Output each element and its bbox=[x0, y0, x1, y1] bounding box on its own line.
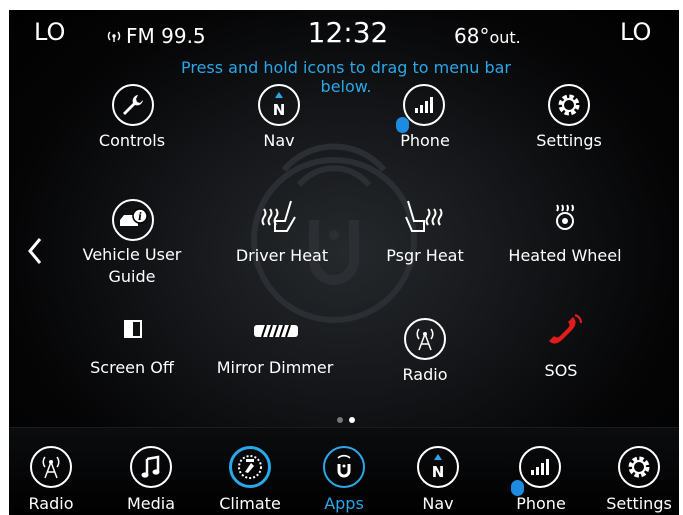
svg-text:i: i bbox=[138, 212, 142, 223]
radio-station[interactable]: FM 99.5 bbox=[126, 24, 206, 48]
apps-u-icon bbox=[323, 446, 365, 488]
compass-icon: N bbox=[417, 446, 459, 488]
vehicle-guide-icon: i bbox=[112, 199, 154, 241]
page-dot-1[interactable] bbox=[337, 417, 343, 423]
climate-icon bbox=[229, 446, 271, 488]
previous-page-chevron-icon[interactable] bbox=[27, 237, 43, 265]
bottom-label: Phone bbox=[516, 494, 566, 513]
app-label-line2: Guide bbox=[108, 267, 156, 286]
page-dot-2-active[interactable] bbox=[349, 417, 355, 423]
app-label: Settings bbox=[536, 131, 602, 150]
outside-temperature: 68°out. bbox=[454, 24, 521, 48]
app-label: SOS bbox=[544, 361, 578, 380]
compass-icon: N bbox=[258, 84, 300, 126]
svg-text:N: N bbox=[432, 463, 445, 481]
app-label: Driver Heat bbox=[235, 246, 329, 265]
app-label: Mirror Dimmer bbox=[216, 358, 334, 377]
svg-text:N: N bbox=[273, 101, 286, 119]
bottom-label: Climate bbox=[219, 494, 281, 513]
phone-signal-icon bbox=[403, 84, 445, 126]
app-label: Vehicle User Guide bbox=[83, 244, 182, 288]
sos-phone-icon bbox=[549, 314, 582, 344]
app-label: Psgr Heat bbox=[386, 246, 464, 265]
heated-wheel-icon bbox=[556, 204, 574, 230]
bottom-label: Nav bbox=[422, 494, 454, 513]
infotainment-screen: LO FM 99.5 12:32 68°out. LO Press and ho… bbox=[9, 10, 679, 515]
phone-signal-icon bbox=[519, 446, 561, 488]
music-note-icon bbox=[130, 446, 172, 488]
app-label-line1: Vehicle User bbox=[82, 245, 182, 264]
bottom-label: Media bbox=[126, 494, 176, 513]
wrench-icon bbox=[112, 84, 154, 126]
screen-off-icon bbox=[124, 320, 142, 338]
clock: 12:32 bbox=[307, 16, 389, 49]
passenger-temp[interactable]: LO bbox=[620, 18, 651, 46]
gear-icon bbox=[618, 446, 660, 488]
bottom-label: Settings bbox=[606, 494, 672, 513]
driver-temp[interactable]: LO bbox=[34, 18, 65, 46]
app-label: Controls bbox=[98, 131, 166, 150]
app-label: Phone bbox=[400, 131, 450, 150]
radio-signal-icon bbox=[107, 28, 121, 47]
app-label: Nav bbox=[263, 131, 295, 150]
drag-hint: Press and hold icons to drag to menu bar… bbox=[180, 58, 511, 96]
passenger-seat-heat-icon bbox=[405, 200, 443, 232]
driver-seat-heat-icon bbox=[261, 200, 296, 232]
radio-antenna-icon bbox=[404, 318, 446, 360]
bottom-menu-bar: Radio Media Climate Apps N Nav Phone Set… bbox=[9, 427, 679, 515]
radio-antenna-icon bbox=[30, 446, 72, 488]
bottom-label: Radio bbox=[28, 494, 74, 513]
bottom-label-active: Apps bbox=[324, 494, 364, 513]
app-label: Heated Wheel bbox=[508, 246, 622, 265]
gear-icon bbox=[548, 84, 590, 126]
app-label: Screen Off bbox=[90, 358, 174, 377]
app-label: Radio bbox=[402, 365, 448, 384]
mirror-dimmer-icon bbox=[254, 324, 298, 338]
